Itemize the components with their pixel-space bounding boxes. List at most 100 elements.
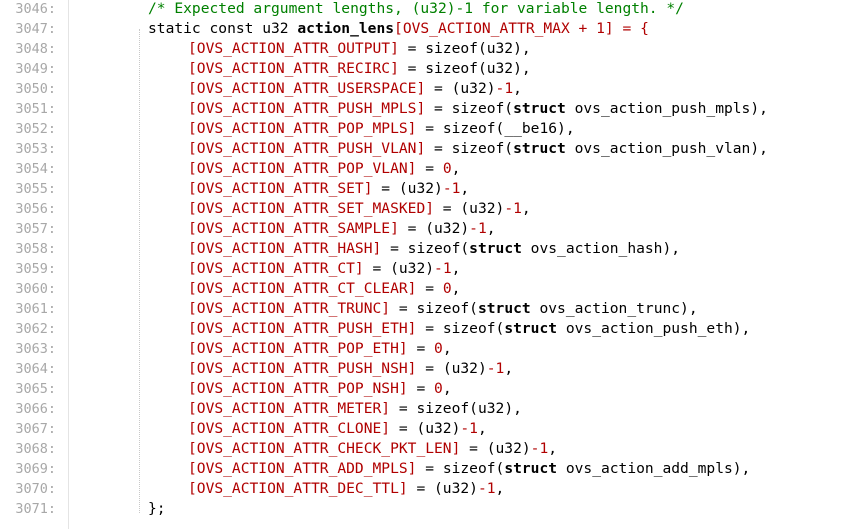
code-line[interactable]: 3048: [OVS_ACTION_ATTR_OUTPUT] = sizeof(u…: [0, 39, 852, 59]
code-value: sizeof(u32),: [425, 40, 531, 57]
code-punct: ,: [521, 200, 531, 217]
code-number: -1: [530, 440, 549, 457]
code-operator: =: [390, 400, 417, 417]
code-keyword: struct: [504, 320, 558, 337]
code-type: ovs_action_push_mpls),: [565, 100, 768, 117]
code-text: [OVS_ACTION_ATTR_CT] = (u32)-1,: [188, 259, 460, 279]
code-type: ovs_action_add_mpls),: [557, 460, 751, 477]
code-operator: =: [407, 380, 435, 397]
code-value: (u32): [416, 420, 461, 437]
code-enum: [OVS_ACTION_ATTR_PUSH_VLAN]: [188, 140, 426, 157]
code-operator: =: [425, 140, 452, 157]
code-call: sizeof(: [442, 320, 505, 337]
code-text: [OVS_ACTION_ATTR_SAMPLE] = (u32)-1,: [188, 219, 496, 239]
code-enum: [OVS_ACTION_ATTR_POP_VLAN]: [188, 160, 417, 177]
code-line[interactable]: 3057: [OVS_ACTION_ATTR_SAMPLE] = (u32)-1,: [0, 219, 852, 239]
code-type: ovs_action_trunc),: [530, 300, 698, 317]
code-line[interactable]: 3053: [OVS_ACTION_ATTR_PUSH_VLAN] = sizeo…: [0, 139, 852, 159]
code-text: [OVS_ACTION_ATTR_POP_MPLS] = sizeof(__be…: [188, 119, 575, 139]
code-line[interactable]: 3049: [OVS_ACTION_ATTR_RECIRC] = sizeof(u…: [0, 59, 852, 79]
code-operator: =: [425, 100, 452, 117]
code-number: -1: [460, 420, 478, 437]
code-operator: +: [569, 20, 597, 37]
code-editor[interactable]: 3046: /* Expected argument lengths, (u32)…: [0, 0, 852, 529]
line-number: 3068:: [15, 441, 56, 457]
line-number: 3054:: [15, 161, 56, 177]
code-number: -1: [495, 80, 514, 97]
code-line[interactable]: 3069: [OVS_ACTION_ATTR_ADD_MPLS] = sizeof…: [0, 459, 852, 479]
code-call: sizeof(: [451, 140, 514, 157]
code-punct: ,: [486, 220, 496, 237]
code-operator: =: [425, 80, 452, 97]
code-text: [OVS_ACTION_ATTR_RECIRC] = sizeof(u32),: [188, 59, 531, 79]
code-number: -1: [477, 480, 496, 497]
code-text: [OVS_ACTION_ATTR_USERSPACE] = (u32)-1,: [188, 79, 522, 99]
code-enum: [OVS_ACTION_ATTR_DEC_TTL]: [188, 480, 408, 497]
code-enum: [OVS_ACTION_ATTR_HASH]: [188, 240, 382, 257]
code-identifier: action_lens: [297, 20, 395, 37]
code-operator: =: [363, 260, 391, 277]
code-punct: ,: [460, 180, 470, 197]
code-line[interactable]: 3051: [OVS_ACTION_ATTR_PUSH_MPLS] = sizeo…: [0, 99, 852, 119]
code-line[interactable]: 3063: [OVS_ACTION_ATTR_POP_ETH] = 0,: [0, 339, 852, 359]
code-operator: =: [372, 180, 399, 197]
code-line[interactable]: 3061: [OVS_ACTION_ATTR_TRUNC] = sizeof(st…: [0, 299, 852, 319]
code-value: (u32): [425, 220, 470, 237]
code-punct: ,: [477, 420, 487, 437]
code-value: (u32): [390, 260, 435, 277]
line-number: 3050:: [15, 81, 56, 97]
code-operator: =: [398, 40, 426, 57]
code-punct: ,: [495, 480, 505, 497]
code-line[interactable]: 3047: static const u32 action_lens[OVS_AC…: [0, 19, 852, 39]
line-number: 3070:: [15, 481, 56, 497]
code-enum: [OVS_ACTION_ATTR_CLONE]: [188, 420, 391, 437]
code-line[interactable]: 3067: [OVS_ACTION_ATTR_CLONE] = (u32)-1,: [0, 419, 852, 439]
code-text: [OVS_ACTION_ATTR_OUTPUT] = sizeof(u32),: [188, 39, 531, 59]
code-punct: ,: [548, 440, 558, 457]
code-line[interactable]: 3056: [OVS_ACTION_ATTR_SET_MASKED] = (u32…: [0, 199, 852, 219]
code-line[interactable]: 3052: [OVS_ACTION_ATTR_POP_MPLS] = sizeof…: [0, 119, 852, 139]
code-enum: [OVS_ACTION_ATTR_CT_CLEAR]: [188, 280, 417, 297]
code-text: [OVS_ACTION_ATTR_CHECK_PKT_LEN] = (u32)-…: [188, 439, 557, 459]
code-text: [OVS_ACTION_ATTR_POP_ETH] = 0,: [188, 339, 452, 359]
code-line[interactable]: 3062: [OVS_ACTION_ATTR_PUSH_ETH] = sizeof…: [0, 319, 852, 339]
code-operator: =: [416, 320, 443, 337]
code-line[interactable]: 3059: [OVS_ACTION_ATTR_CT] = (u32)-1,: [0, 259, 852, 279]
code-punct: ,: [442, 340, 452, 357]
code-line[interactable]: 3046: /* Expected argument lengths, (u32)…: [0, 0, 852, 19]
line-number: 3067:: [15, 421, 56, 437]
line-number: 3069:: [15, 461, 56, 477]
code-enum: [OVS_ACTION_ATTR_SET]: [188, 180, 373, 197]
code-line[interactable]: 3065: [OVS_ACTION_ATTR_POP_NSH] = 0,: [0, 379, 852, 399]
code-line[interactable]: 3064: [OVS_ACTION_ATTR_PUSH_NSH] = (u32)-…: [0, 359, 852, 379]
code-line[interactable]: 3070: [OVS_ACTION_ATTR_DEC_TTL] = (u32)-1…: [0, 479, 852, 499]
code-text: [OVS_ACTION_ATTR_SET_MASKED] = (u32)-1,: [188, 199, 531, 219]
code-enum: [OVS_ACTION_ATTR_ADD_MPLS]: [188, 460, 417, 477]
code-operator: =: [416, 280, 443, 297]
code-text: [OVS_ACTION_ATTR_CT_CLEAR] = 0,: [188, 279, 460, 299]
code-text: [OVS_ACTION_ATTR_CLONE] = (u32)-1,: [188, 419, 487, 439]
line-number: 3047:: [15, 21, 56, 37]
code-enum: [OVS_ACTION_ATTR_SAMPLE]: [188, 220, 399, 237]
code-line[interactable]: 3050: [OVS_ACTION_ATTR_USERSPACE] = (u32)…: [0, 79, 852, 99]
code-line[interactable]: 3055: [OVS_ACTION_ATTR_SET] = (u32)-1,: [0, 179, 852, 199]
code-text: [OVS_ACTION_ATTR_SET] = (u32)-1,: [188, 179, 469, 199]
code-line[interactable]: 3058: [OVS_ACTION_ATTR_HASH] = sizeof(str…: [0, 239, 852, 259]
code-operator: =: [398, 220, 426, 237]
code-line[interactable]: 3068: [OVS_ACTION_ATTR_CHECK_PKT_LEN] = (…: [0, 439, 852, 459]
code-number: -1: [469, 220, 487, 237]
code-line[interactable]: 3066: [OVS_ACTION_ATTR_METER] = sizeof(u3…: [0, 399, 852, 419]
code-line[interactable]: 3054: [OVS_ACTION_ATTR_POP_VLAN] = 0,: [0, 159, 852, 179]
code-line[interactable]: 3071:};: [0, 499, 852, 519]
line-number: 3048:: [15, 41, 56, 57]
code-operator: =: [407, 340, 435, 357]
code-line[interactable]: 3060: [OVS_ACTION_ATTR_CT_CLEAR] = 0,: [0, 279, 852, 299]
code-call: sizeof(: [407, 240, 470, 257]
line-number: 3056:: [15, 201, 56, 217]
line-number: 3057:: [15, 221, 56, 237]
code-number: -1: [486, 360, 505, 377]
line-number: 3055:: [15, 181, 56, 197]
code-text: [OVS_ACTION_ATTR_TRUNC] = sizeof(struct …: [188, 299, 698, 319]
code-value: (u32): [451, 80, 496, 97]
line-number: 3046:: [15, 1, 56, 17]
